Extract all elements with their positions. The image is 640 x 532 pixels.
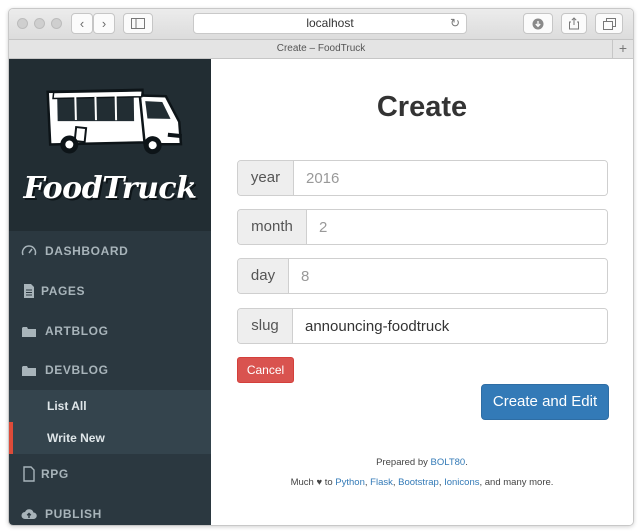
share-icon: [569, 17, 579, 30]
sidebar-item-label: DEVBLOG: [45, 363, 109, 377]
create-and-edit-button[interactable]: Create and Edit: [481, 384, 609, 420]
slug-input[interactable]: [293, 309, 607, 343]
browser-window: ‹ › localhost ↻ Create – FoodTruck + Foo…: [8, 8, 634, 526]
sidebar-item-pages[interactable]: PAGES: [9, 271, 211, 311]
sidebar-subitem-list-all[interactable]: List All: [9, 390, 211, 422]
brand-name: FoodTruck: [23, 171, 197, 206]
food-truck-icon: [46, 88, 183, 155]
footer-text: , and many more.: [479, 477, 554, 488]
tabs-overview-button[interactable]: [595, 13, 623, 34]
minimize-window-button[interactable]: [34, 18, 45, 29]
footer-text: .: [465, 457, 468, 468]
sidebar-subitem-label: Write New: [47, 431, 105, 445]
sidebar-item-rpg[interactable]: RPG: [9, 454, 211, 494]
tab-bar: Create – FoodTruck +: [9, 40, 633, 59]
bolt80-link[interactable]: BOLT80: [431, 457, 466, 468]
close-window-button[interactable]: [17, 18, 28, 29]
sidebar-item-devblog[interactable]: DEVBLOG: [9, 350, 211, 390]
active-tab-title[interactable]: Create – FoodTruck: [277, 43, 366, 54]
flask-link[interactable]: Flask: [370, 477, 393, 488]
sidebar-item-label: RPG: [41, 467, 69, 481]
back-button[interactable]: ‹: [71, 13, 93, 34]
zoom-window-button[interactable]: [51, 18, 62, 29]
day-field-group: day: [237, 258, 608, 294]
month-input[interactable]: [307, 210, 607, 244]
sidebar-item-artblog[interactable]: ARTBLOG: [9, 311, 211, 351]
footer-prepared: Prepared by BOLT80.: [211, 457, 633, 468]
sidebar-subitem-write-new[interactable]: Write New: [9, 422, 211, 454]
sidebar-item-dashboard[interactable]: DASHBOARD: [9, 231, 211, 271]
sidebar-item-label: DASHBOARD: [45, 244, 129, 258]
cancel-button[interactable]: Cancel: [237, 357, 294, 383]
slug-field-group: slug: [237, 308, 608, 344]
tabs-icon: [602, 18, 616, 30]
page-title: Create: [376, 91, 468, 123]
share-button[interactable]: [561, 13, 587, 34]
footer-text: Prepared by: [376, 457, 431, 468]
year-label: year: [238, 161, 294, 195]
downloads-button[interactable]: [523, 13, 553, 34]
sidebar-subitem-label: List All: [47, 399, 87, 413]
document-icon: [24, 284, 34, 298]
document-icon: [23, 466, 35, 482]
sidebar-item-label: PUBLISH: [45, 507, 102, 521]
sidebar-toggle-button[interactable]: [123, 13, 153, 34]
footer-credits: Much ♥ to Python, Flask, Bootstrap, Ioni…: [211, 477, 633, 488]
slug-label: slug: [238, 309, 293, 343]
folder-icon: [22, 327, 36, 337]
day-label: day: [238, 259, 289, 293]
sidebar-item-label: ARTBLOG: [45, 324, 109, 338]
ionicons-link[interactable]: Ionicons: [444, 477, 479, 488]
sidebar-item-label: PAGES: [41, 284, 86, 298]
sidebar-item-publish[interactable]: PUBLISH: [9, 494, 211, 525]
month-label: month: [238, 210, 307, 244]
url-text: localhost: [306, 16, 354, 30]
year-field-group: year: [237, 160, 608, 196]
address-bar[interactable]: localhost ↻: [193, 13, 467, 34]
devblog-submenu: List All Write New: [9, 390, 211, 454]
active-indicator: [9, 422, 13, 454]
bootstrap-link[interactable]: Bootstrap: [398, 477, 439, 488]
footer-text: to: [322, 477, 336, 488]
chevron-right-icon: ›: [101, 16, 107, 31]
day-input[interactable]: [289, 259, 607, 293]
chevron-left-icon: ‹: [79, 16, 85, 31]
year-input[interactable]: [294, 161, 607, 195]
reload-icon[interactable]: ↻: [450, 14, 460, 33]
sidebar: FoodTruck DASHBOARD PAGES ARTBLOG DEVBLO…: [9, 59, 211, 525]
new-tab-button[interactable]: +: [612, 40, 633, 58]
footer-text: Much: [290, 477, 317, 488]
brand-logo[interactable]: FoodTruck: [9, 59, 211, 231]
python-link[interactable]: Python: [335, 477, 365, 488]
main-content: Create year month day slug Cancel Create…: [211, 59, 633, 525]
dashboard-gauge-icon: [21, 245, 37, 256]
download-icon: [532, 18, 544, 30]
forward-button[interactable]: ›: [93, 13, 115, 34]
cloud-upload-icon: [21, 509, 37, 519]
month-field-group: month: [237, 209, 608, 245]
browser-titlebar: ‹ › localhost ↻: [9, 9, 633, 40]
sidebar-icon: [131, 18, 145, 29]
folder-icon: [22, 366, 36, 376]
